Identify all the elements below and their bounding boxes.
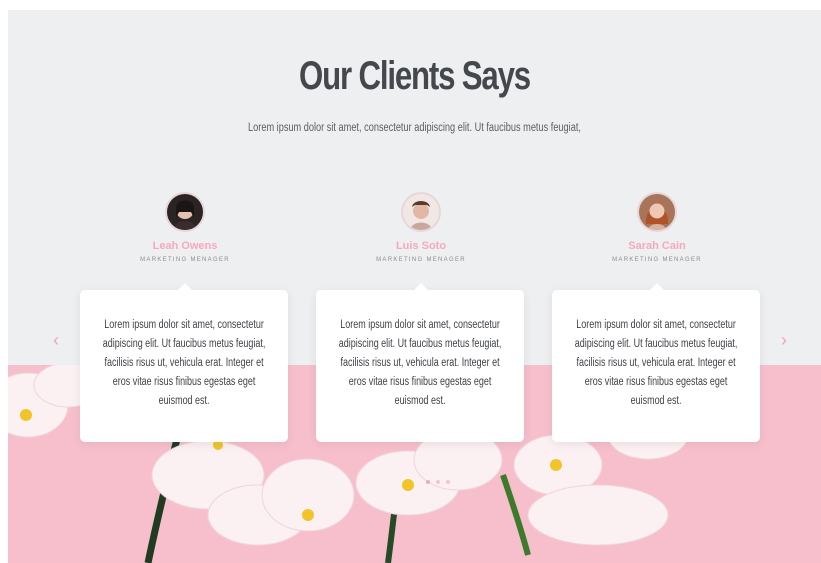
client-role: MARKETING MENAGER: [140, 257, 230, 263]
avatar: [637, 192, 677, 232]
testimonial-text: Lorem ipsum dolor sit amet, consectetur …: [338, 319, 502, 407]
avatar: [401, 192, 441, 232]
next-arrow-icon[interactable]: ›: [774, 330, 794, 351]
carousel-pagination: [426, 480, 450, 484]
client-header-3: Sarah Cain MARKETING MENAGER: [552, 192, 762, 263]
section-title: Our Clients Says: [299, 54, 531, 98]
client-name: Sarah Cain: [628, 240, 686, 252]
testimonials-section: Our Clients Says Lorem ipsum dolor sit a…: [8, 10, 821, 563]
testimonial-text: Lorem ipsum dolor sit amet, consectetur …: [102, 319, 266, 407]
client-name: Luis Soto: [395, 240, 447, 252]
pagination-dot[interactable]: [436, 480, 440, 484]
pagination-dot[interactable]: [446, 480, 450, 484]
pagination-dot[interactable]: [426, 480, 430, 484]
client-role: MARKETING MENAGER: [612, 257, 702, 263]
client-header-1: Leah Owens MARKETING MENAGER: [80, 192, 290, 263]
prev-arrow-icon[interactable]: ‹: [46, 330, 66, 351]
testimonial-card-3: Lorem ipsum dolor sit amet, consectetur …: [552, 283, 760, 442]
section-subtitle: Lorem ipsum dolor sit amet, consectetur …: [248, 122, 581, 134]
client-name: Leah Owens: [152, 240, 218, 252]
avatar: [165, 192, 205, 232]
testimonial-card-2: Lorem ipsum dolor sit amet, consectetur …: [316, 283, 524, 442]
client-header-2: Luis Soto MARKETING MENAGER: [316, 192, 526, 263]
client-role: MARKETING MENAGER: [376, 257, 466, 263]
testimonial-text: Lorem ipsum dolor sit amet, consectetur …: [574, 319, 738, 407]
testimonial-card-1: Lorem ipsum dolor sit amet, consectetur …: [80, 283, 288, 442]
